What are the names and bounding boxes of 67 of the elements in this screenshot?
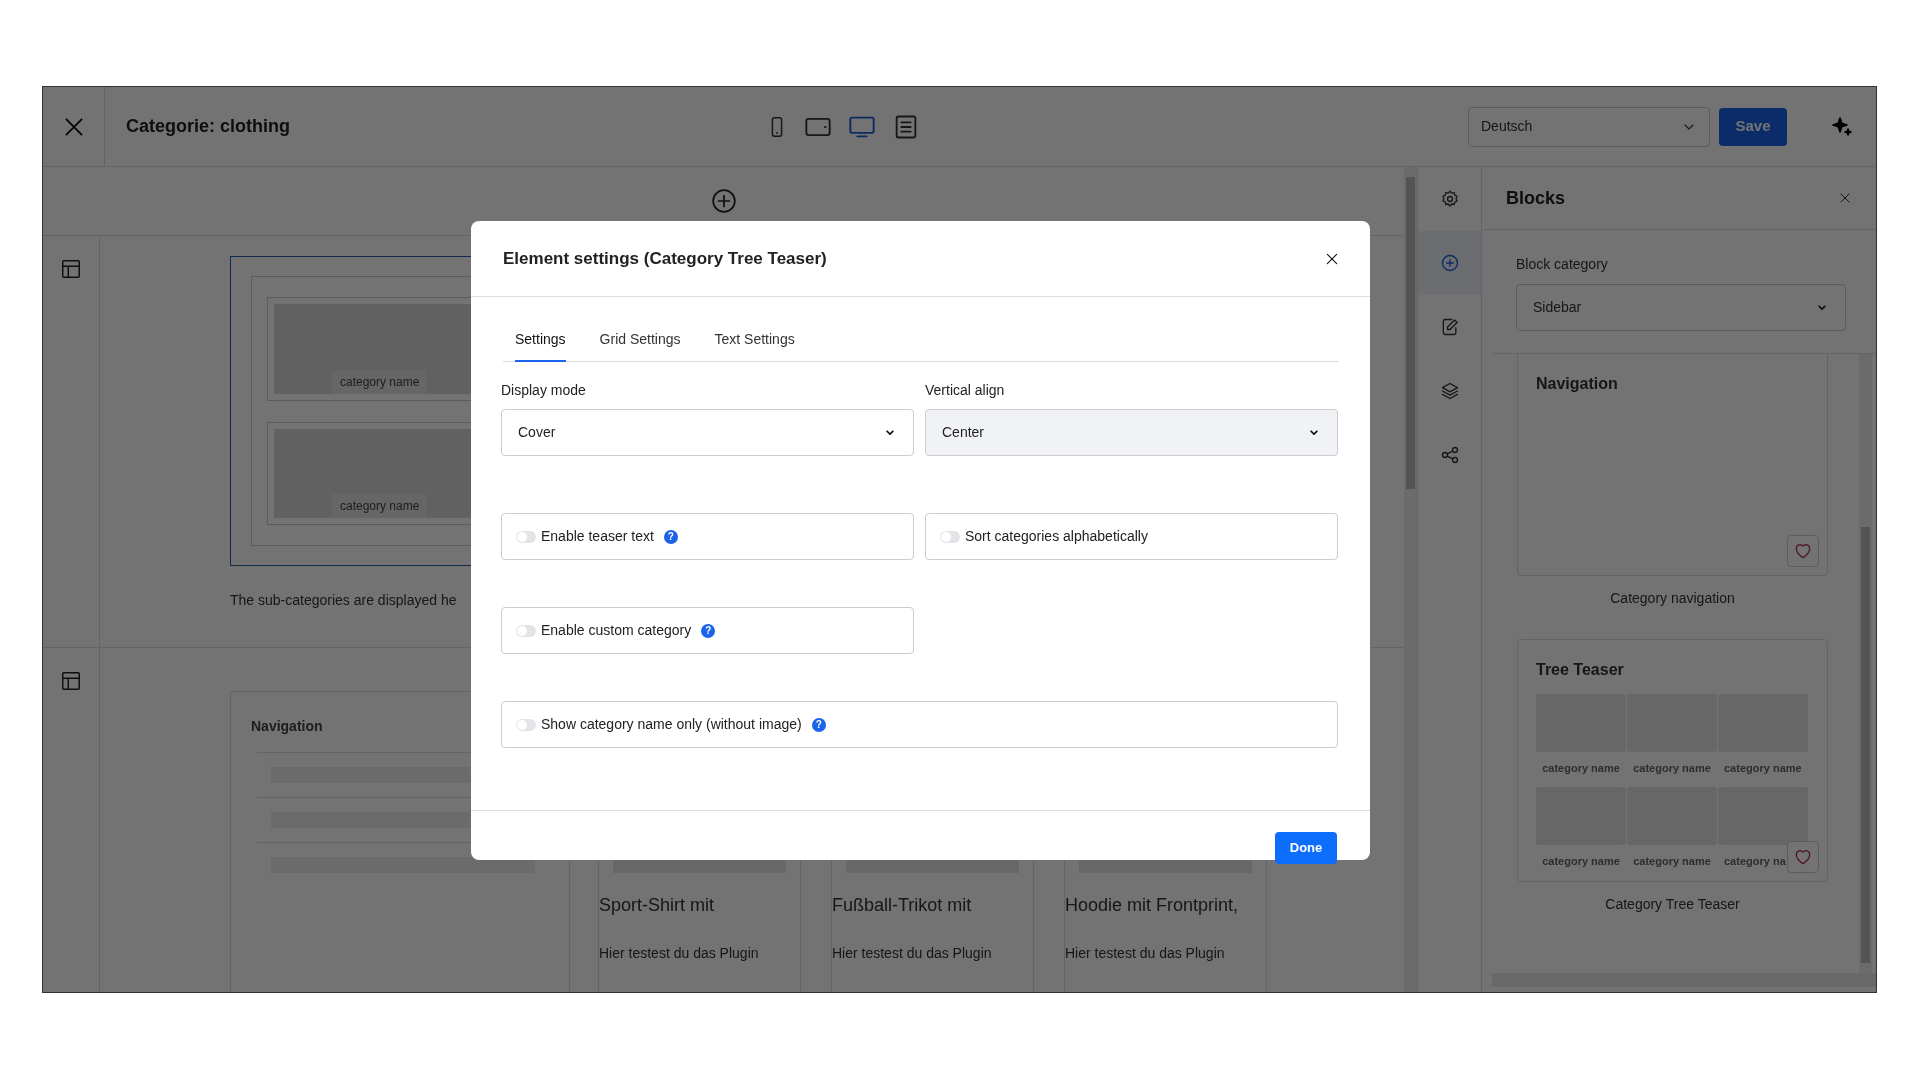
favorite-button[interactable] (1787, 535, 1819, 567)
block-card[interactable]: Navigation (1517, 354, 1828, 576)
toggle-label: Show category name only (without image) (541, 715, 802, 734)
block-card[interactable]: Tree Teaser category name category name category name category name category name category na (1517, 639, 1828, 882)
toggle-switch[interactable] (516, 718, 536, 731)
share-icon (1439, 445, 1460, 465)
tab[interactable]: Settings (515, 321, 566, 362)
heart-icon (1793, 847, 1813, 867)
block-title: Navigation (1536, 374, 1618, 394)
language-select[interactable]: Deutsch (1468, 106, 1710, 147)
heart-icon (1793, 541, 1813, 561)
settings-icon (1439, 189, 1460, 209)
field-label: Block category (1516, 255, 1609, 274)
modal-title: Element settings (Category Tree Teaser) (503, 247, 827, 270)
help-icon[interactable]: ? (701, 623, 716, 638)
tab[interactable]: Grid Settings (599, 321, 681, 362)
field-label: Vertical align (925, 381, 1006, 400)
category-label: category name (1541, 853, 1621, 869)
rail-button[interactable] (1418, 231, 1481, 295)
product-text: Hier testest du das Plugin (1065, 944, 1226, 963)
category-select[interactable]: Sidebar (1516, 284, 1846, 331)
category-label: category name (1541, 761, 1621, 776)
page-title: Categorie: clothing (126, 115, 291, 138)
toggle-switch[interactable] (516, 530, 536, 543)
toggle-switch[interactable] (516, 624, 536, 637)
layout-icon[interactable] (60, 258, 82, 280)
plus-circle-icon (1439, 253, 1460, 273)
product-title: Hoodie mit Frontprint, (1065, 894, 1240, 917)
toggle-label: Sort categories alphabetically (965, 527, 1148, 546)
field-label: Display mode (501, 381, 587, 400)
plus-circle-icon[interactable] (710, 188, 737, 214)
tab[interactable]: Text Settings (714, 321, 795, 362)
ai-button[interactable] (1830, 114, 1854, 139)
select-value: Center (942, 423, 985, 442)
block-note: The sub-categories are displayed he (230, 591, 458, 610)
category-label: category name (1632, 761, 1712, 776)
product-text: Hier testest du das Plugin (599, 944, 760, 963)
sparkle-icon (1830, 114, 1854, 139)
block-caption: Category navigation (1609, 589, 1736, 608)
layout-icon[interactable] (60, 670, 82, 692)
block-title: Tree Teaser (1536, 660, 1625, 680)
help-icon[interactable]: ? (811, 717, 826, 732)
toggle-label: Enable teaser text (541, 527, 654, 546)
panel-title: Blocks (1506, 186, 1566, 210)
done-button[interactable]: Done (1275, 831, 1337, 864)
category-label: category name (1724, 761, 1802, 776)
select-value: Sidebar (1533, 298, 1582, 317)
select-value: Cover (518, 423, 556, 442)
block-caption: Category Tree Teaser (1604, 895, 1741, 914)
product-text: Hier testest du das Plugin (832, 944, 993, 963)
product-title: Sport-Shirt mit (599, 894, 716, 917)
help-icon[interactable]: ? (663, 529, 678, 544)
scrollbar[interactable] (1492, 973, 1876, 987)
favorite-button[interactable] (1787, 841, 1819, 873)
save-button[interactable]: Save (1719, 107, 1787, 146)
product-title: Fußball-Trikot mit (832, 894, 973, 917)
category-label: category na (1724, 853, 1786, 869)
navigation-title: Navigation (251, 717, 323, 736)
language-value: Deutsch (1481, 117, 1533, 136)
category-label: category name (332, 494, 428, 518)
layers-icon (1439, 381, 1460, 401)
select-field[interactable]: Cover (501, 409, 914, 456)
category-label: category name (1632, 853, 1712, 869)
category-label: category name (332, 369, 428, 394)
close-icon (1838, 191, 1852, 205)
toggle-switch[interactable] (940, 530, 960, 543)
toggle-label: Enable custom category (541, 621, 692, 640)
